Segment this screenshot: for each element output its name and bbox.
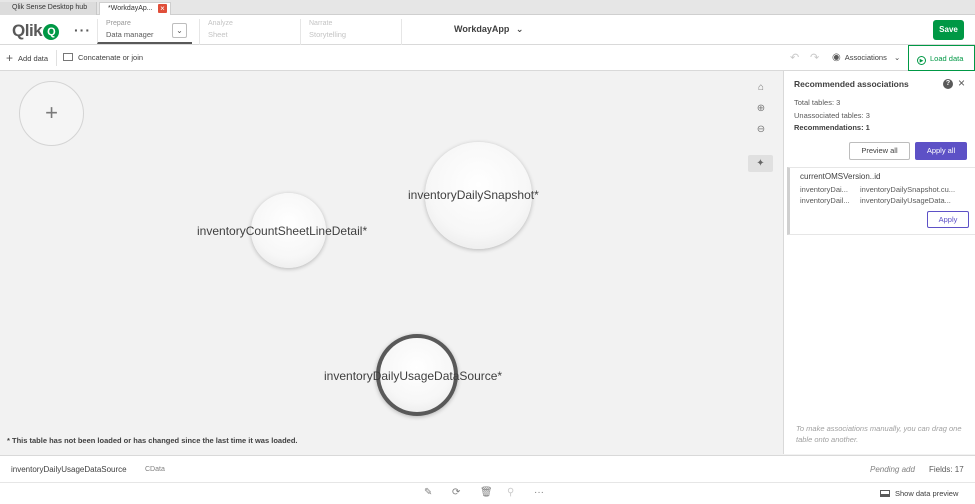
- recommendations-count: Recommendations: 1: [794, 123, 870, 132]
- plus-icon: +: [6, 51, 14, 65]
- logo-mark: Q: [43, 24, 60, 40]
- app-header: Qlik Q ··· Prepare Data manager ⌄ Analyze…: [0, 15, 975, 45]
- concatenate-label: Concatenate or join: [78, 53, 144, 62]
- concatenate-icon: [63, 53, 73, 61]
- load-data-button[interactable]: ▶ Load data: [908, 45, 975, 71]
- total-tables: Total tables: 3: [794, 98, 841, 107]
- more-options-icon[interactable]: ···: [534, 487, 544, 498]
- status-badge: Pending add: [870, 465, 915, 474]
- eye-icon: ◉: [832, 52, 841, 63]
- logo-text: Qlik: [12, 21, 43, 40]
- table-label: inventoryDailyUsageDataSource*: [324, 369, 503, 383]
- chevron-down-icon: ⌄: [515, 24, 524, 34]
- tab-desktop-hub[interactable]: Qlik Sense Desktop hub: [0, 2, 97, 15]
- apply-all-button[interactable]: Apply all: [915, 142, 967, 160]
- app-title: WorkdayApp: [454, 24, 510, 34]
- step-narrate-title: Narrate: [309, 20, 333, 27]
- step-analyze-subtitle: Sheet: [208, 30, 228, 39]
- filter-icon[interactable]: ⚲: [507, 487, 514, 498]
- recommendation-card[interactable]: currentOMSVersion..id inventoryDai... inv…: [787, 167, 975, 235]
- unloaded-table-footnote: * This table has not been loaded or has …: [7, 436, 298, 445]
- target-field: inventoryDailySnapshot.cu...: [860, 185, 956, 194]
- manual-association-hint: To make associations manually, you can d…: [796, 424, 962, 444]
- tab-workday-app-label: *WorkdayAp...: [108, 5, 153, 12]
- delete-icon[interactable]: 🗑: [480, 487, 493, 498]
- recommended-associations-panel: Recommended associations ? × Total table…: [783, 71, 975, 454]
- source-tag: CData: [145, 466, 165, 473]
- preview-all-button[interactable]: Preview all: [849, 142, 910, 160]
- chevron-down-icon: ⌄: [893, 53, 901, 62]
- concatenate-join-button[interactable]: Concatenate or join: [63, 45, 143, 71]
- associations-label: Associations: [844, 53, 887, 62]
- undo-icon[interactable]: ↶: [790, 45, 799, 71]
- step-analyze-title: Analyze: [208, 20, 233, 27]
- refresh-icon[interactable]: ⟳: [452, 487, 460, 498]
- step-narrate[interactable]: Narrate Storytelling: [300, 19, 402, 45]
- step-narrate-subtitle: Storytelling: [309, 30, 347, 39]
- recommendation-row: inventoryDail... inventoryDailyUsageData.…: [800, 196, 972, 205]
- preview-panel-icon: [880, 490, 890, 497]
- toolbar-divider: [56, 50, 57, 66]
- play-icon: ▶: [917, 56, 926, 65]
- recommendation-field: currentOMSVersion..id: [800, 172, 881, 181]
- app-tab-bar: Qlik Sense Desktop hub *WorkdayAp... ×: [0, 0, 975, 15]
- edit-icon[interactable]: ✎: [424, 487, 432, 498]
- recommendation-row: inventoryDai... inventoryDailySnapshot.cu…: [800, 185, 972, 194]
- table-label: inventoryCountSheetLineDetail*: [197, 224, 368, 238]
- data-manager-toolbar: + Add data Concatenate or join ↶ ↷ ◉ Assoc…: [0, 45, 975, 71]
- load-data-label: Load data: [930, 54, 964, 63]
- zoom-out-icon[interactable]: ⊖: [754, 123, 768, 137]
- show-data-preview-label: Show data preview: [895, 489, 959, 498]
- redo-icon[interactable]: ↷: [810, 45, 819, 71]
- close-icon[interactable]: ×: [158, 4, 167, 13]
- magic-wand-icon[interactable]: ✦: [748, 155, 773, 172]
- apply-button[interactable]: Apply: [927, 211, 969, 228]
- selected-table-name: inventoryDailyUsageDataSource: [11, 465, 127, 474]
- source-field: inventoryDail...: [800, 196, 850, 205]
- save-button[interactable]: Save: [933, 20, 964, 40]
- add-table-button[interactable]: +: [19, 81, 84, 146]
- fields-count: Fields: 17: [929, 465, 964, 474]
- qlik-logo: Qlik Q: [12, 21, 60, 41]
- close-icon[interactable]: ×: [958, 76, 965, 90]
- tab-workday-app[interactable]: *WorkdayAp... ×: [99, 2, 171, 15]
- zoom-in-icon[interactable]: ⊕: [754, 102, 768, 116]
- app-title-menu[interactable]: WorkdayApp ⌄: [454, 24, 523, 35]
- source-field: inventoryDai...: [800, 185, 848, 194]
- home-icon[interactable]: ⌂: [754, 81, 768, 95]
- chevron-down-icon[interactable]: ⌄: [172, 23, 187, 38]
- show-data-preview-button[interactable]: Show data preview: [880, 489, 958, 498]
- target-field: inventoryDailyUsageData...: [860, 196, 951, 205]
- add-data-button[interactable]: + Add data: [6, 45, 48, 71]
- table-label: inventoryDailySnapshot*: [408, 188, 539, 202]
- step-analyze[interactable]: Analyze Sheet: [199, 19, 299, 45]
- associations-button[interactable]: ◉ Associations ⌄: [832, 45, 900, 71]
- help-icon[interactable]: ?: [943, 79, 953, 89]
- more-options-icon[interactable]: ···: [74, 22, 91, 38]
- unassociated-tables: Unassociated tables: 3: [794, 111, 870, 120]
- add-data-label: Add data: [18, 54, 49, 63]
- association-canvas[interactable]: + inventoryCountSheetLineDetail* invento…: [0, 71, 783, 454]
- selected-table-bar: inventoryDailyUsageDataSource CData Pend…: [0, 455, 975, 483]
- table-action-bar: ✎ ⟳ 🗑 ⚲ ··· Show data preview: [0, 483, 975, 504]
- panel-title: Recommended associations: [794, 79, 909, 89]
